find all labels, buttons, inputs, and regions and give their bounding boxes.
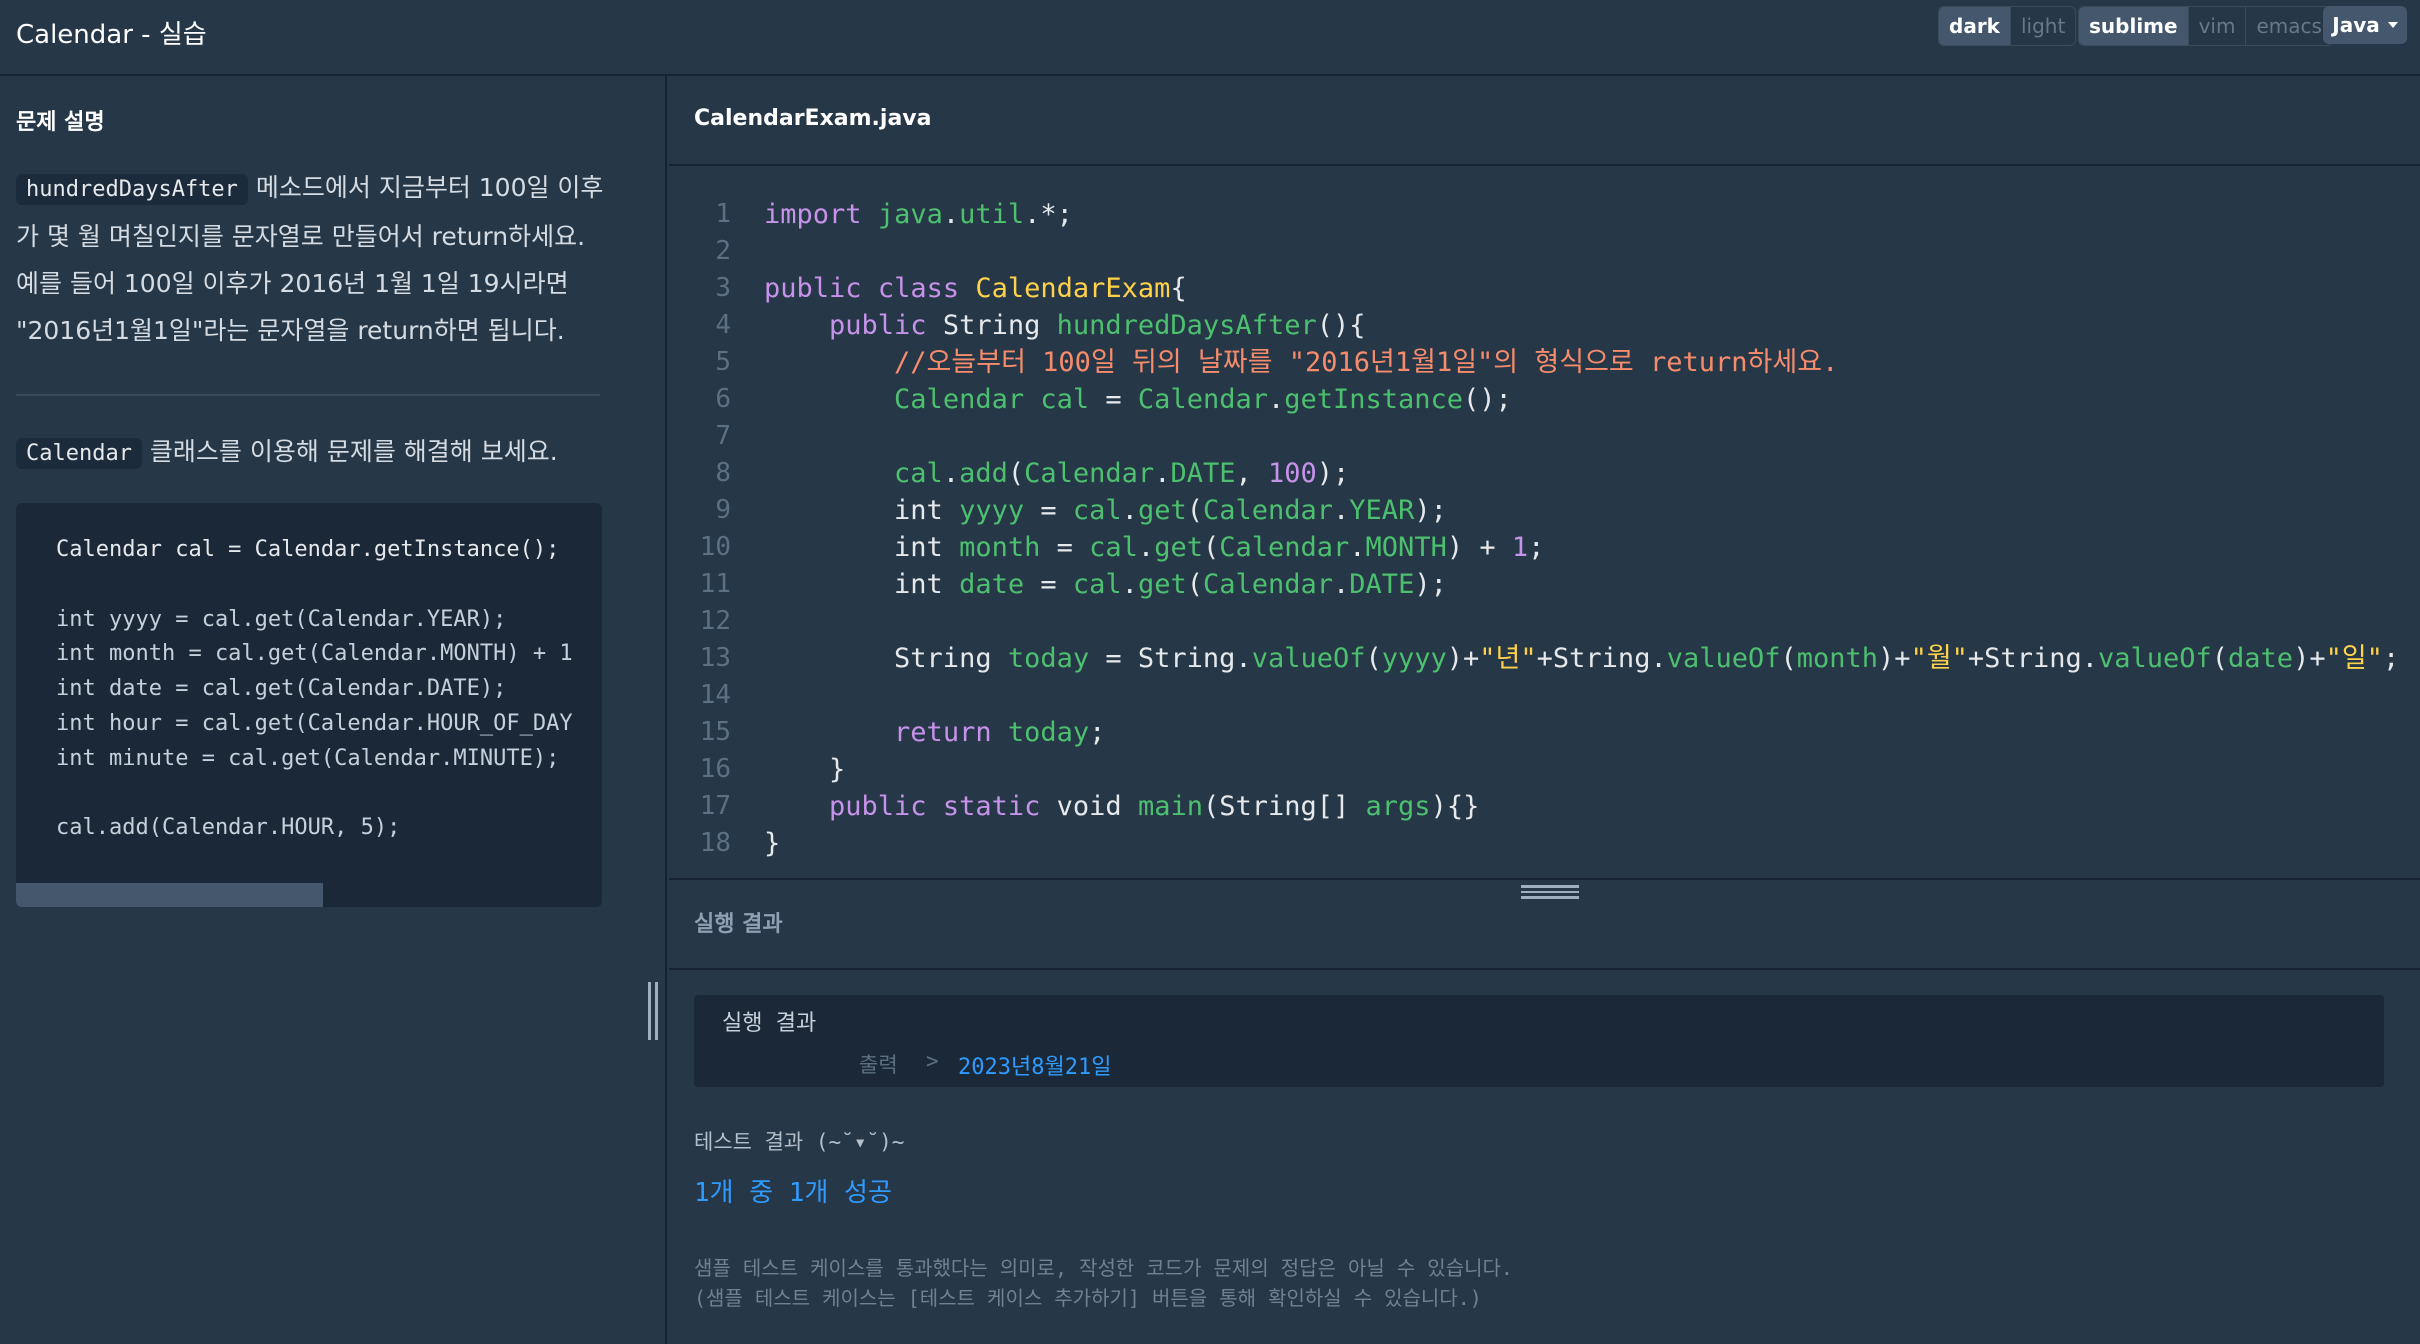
horizontal-scrollbar[interactable]: [16, 883, 602, 907]
test-note: 샘플 테스트 케이스를 통과했다는 의미로, 작성한 코드가 문제의 정답은 아…: [694, 1253, 1513, 1313]
output-label: 출력: [859, 1053, 898, 1077]
problem-panel: 문제 설명 hundredDaysAfter 메소드에서 지금부터 100일 이…: [0, 76, 667, 1344]
note-line: 샘플 테스트 케이스를 통과했다는 의미로, 작성한 코드가 문제의 정답은 아…: [694, 1256, 1513, 1280]
chevron-down-icon: [2387, 22, 2398, 28]
example-line: cal.add(Calendar.HOUR, 5);: [56, 815, 401, 841]
editor-header: CalendarExam.java: [669, 76, 2420, 166]
theme-light-button[interactable]: light: [2009, 7, 2075, 45]
problem-description: hundredDaysAfter 메소드에서 지금부터 100일 이후가 몇 월…: [16, 164, 606, 354]
example-code: Calendar cal = Calendar.getInstance(); i…: [56, 533, 573, 846]
divider: [16, 394, 600, 396]
output-value: 2023년8월21일: [958, 1055, 1112, 1080]
result-header: 실행 결과: [669, 878, 2420, 970]
language-select[interactable]: Java: [2323, 6, 2407, 44]
theme-dark-button[interactable]: dark: [1939, 7, 2010, 45]
output-box: 실행 결과 출력 > 2023년8월21일: [694, 995, 2384, 1087]
test-result-title: 테스트 결과 (~˘▾˘)~: [694, 1130, 905, 1154]
line-numbers: 12 34 56 78 9 10 11 12 13 14 15 16 17 18: [699, 199, 731, 858]
class-name-code: Calendar: [16, 438, 142, 469]
example-line: int yyyy = cal.get(Calendar.YEAR);: [56, 606, 507, 632]
top-bar: Calendar - 실습 dark light sublime vim ema…: [0, 0, 2420, 76]
code-content[interactable]: import java.util.*; public class Calenda…: [764, 196, 2399, 862]
theme-toggle: dark light: [1938, 6, 2077, 46]
method-name-code: hundredDaysAfter: [16, 174, 248, 205]
keymap-vim-button[interactable]: vim: [2187, 7, 2246, 45]
keymap-emacs-button[interactable]: emacs: [2245, 7, 2331, 45]
output-separator: >: [926, 1049, 939, 1073]
example-line: int date = cal.get(Calendar.DATE);: [56, 676, 507, 702]
code-editor[interactable]: 12 34 56 78 9 10 11 12 13 14 15 16 17 18 impo…: [669, 166, 2420, 878]
language-label: Java: [2332, 13, 2380, 37]
example-line: int month = cal.get(Calendar.MONTH) + 1: [56, 641, 573, 667]
output-box-title: 실행 결과: [722, 1011, 817, 1036]
note-line: (샘플 테스트 케이스는 [테스트 케이스 추가하기] 버튼을 통해 확인하실 …: [694, 1286, 1482, 1310]
scrollbar-thumb[interactable]: [16, 883, 323, 907]
test-summary: 1개 중 1개 성공: [694, 1178, 892, 1208]
problem-heading: 문제 설명: [16, 110, 105, 135]
keymap-toggle: sublime vim emacs: [2078, 6, 2333, 46]
panel-resize-handle[interactable]: [645, 982, 661, 1040]
page-title: Calendar - 실습: [16, 20, 207, 50]
problem-hint: Calendar 클래스를 이용해 문제를 해결해 보세요.: [16, 432, 558, 474]
keymap-sublime-button[interactable]: sublime: [2079, 7, 2188, 45]
hint-text: 클래스를 이용해 문제를 해결해 보세요.: [149, 437, 558, 466]
example-line: int hour = cal.get(Calendar.HOUR_OF_DAY: [56, 710, 573, 736]
example-line: Calendar cal = Calendar.getInstance();: [56, 537, 560, 562]
example-line: int minute = cal.get(Calendar.MINUTE);: [56, 745, 560, 771]
example-code-block[interactable]: Calendar cal = Calendar.getInstance(); i…: [16, 503, 602, 907]
file-name: CalendarExam.java: [694, 106, 932, 131]
result-heading: 실행 결과: [694, 912, 783, 937]
